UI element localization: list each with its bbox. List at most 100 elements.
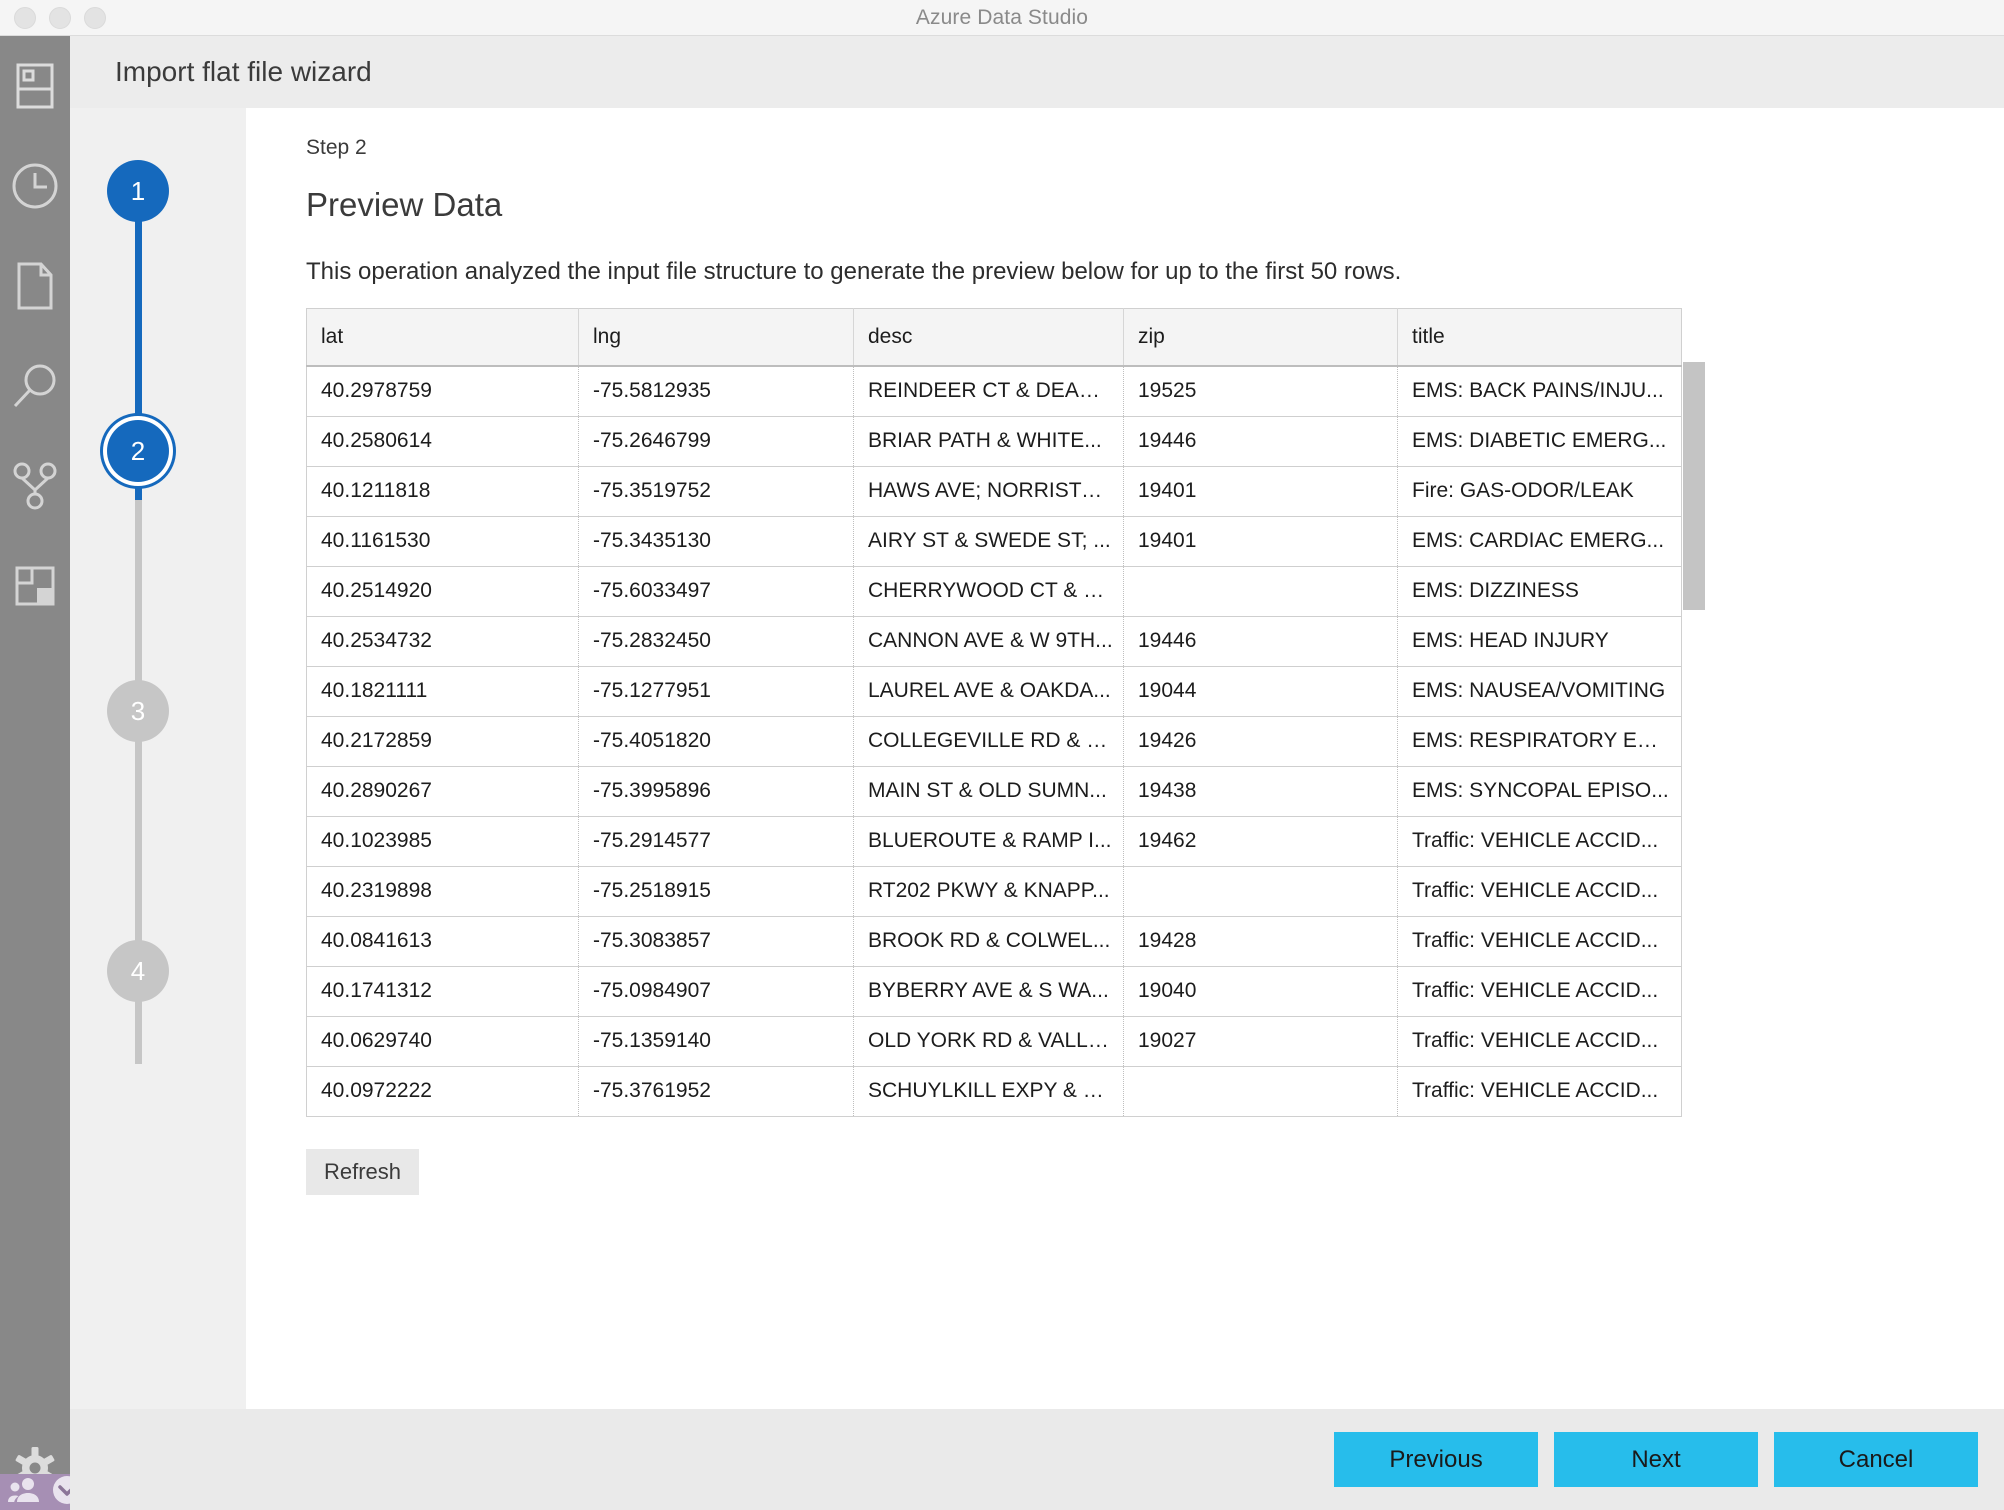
cell-lat: 40.1211818: [306, 466, 579, 517]
cell-desc: BRIAR PATH & WHITE...: [853, 416, 1124, 467]
activity-item-notebooks[interactable]: [0, 236, 70, 336]
cell-desc: OLD YORK RD & VALLE...: [853, 1016, 1124, 1067]
cell-lat: 40.2534732: [306, 616, 579, 667]
table-row[interactable]: 40.0629740 -75.1359140 OLD YORK RD & VAL…: [306, 1016, 1682, 1067]
cell-desc: LAUREL AVE & OAKDA...: [853, 666, 1124, 717]
accounts-people-icon[interactable]: [8, 1477, 42, 1508]
cell-zip: 19446: [1123, 416, 1398, 467]
table-row[interactable]: 40.1023985 -75.2914577 BLUEROUTE & RAMP …: [306, 816, 1682, 867]
preview-table-scrollbar[interactable]: [1683, 362, 1705, 610]
cell-title: EMS: SYNCOPAL EPISO...: [1397, 766, 1682, 817]
cell-desc: RT202 PKWY & KNAPP...: [853, 866, 1124, 917]
table-row[interactable]: 40.2514920 -75.6033497 CHERRYWOOD CT & D…: [306, 566, 1682, 617]
cell-lng: -75.3995896: [578, 766, 854, 817]
cell-zip: 19040: [1123, 966, 1398, 1017]
wizard-step-3[interactable]: 3: [107, 680, 169, 742]
wizard-step-4[interactable]: 4: [107, 940, 169, 1002]
step-connector-3-4: [135, 768, 142, 1064]
cell-title: Traffic: VEHICLE ACCID...: [1412, 1079, 1659, 1102]
cell-lng: -75.3519752: [578, 466, 854, 517]
wizard-header: Import flat file wizard: [70, 36, 2004, 108]
cell-zip: 19438: [1123, 766, 1398, 817]
activity-item-search[interactable]: [0, 336, 70, 436]
cell-lng: -75.6033497: [578, 566, 854, 617]
step-connector-1-2: [135, 190, 142, 422]
cell-desc: REINDEER CT & DEAD ...: [853, 366, 1124, 417]
cell-lng: -75.3435130: [578, 516, 854, 567]
column-header-desc[interactable]: desc: [853, 308, 1124, 367]
cell-title: EMS: DIABETIC EMERG...: [1397, 416, 1682, 467]
refresh-button[interactable]: Refresh: [306, 1148, 420, 1195]
cell-desc: BLUEROUTE & RAMP I...: [853, 816, 1124, 867]
wizard-step-2[interactable]: 2: [107, 420, 169, 482]
cell-desc: BROOK RD & COLWEL...: [853, 916, 1124, 967]
cell-lat: 40.0972222: [306, 1066, 579, 1116]
column-header-lat[interactable]: lat: [306, 308, 579, 367]
azure-data-studio-window: Azure Data Studio Import flat file wizar…: [0, 0, 2004, 1510]
cell-lat: 40.2514920: [306, 566, 579, 617]
table-row[interactable]: 40.2890267 -75.3995896 MAIN ST & OLD SUM…: [306, 766, 1682, 817]
wizard-content-panel: Step 2 Preview Data This operation analy…: [246, 108, 2004, 1409]
cell-zip: [1123, 866, 1398, 917]
servers-icon: [16, 63, 54, 109]
next-button[interactable]: Next: [1554, 1432, 1758, 1487]
cell-title: Traffic: VEHICLE ACCID...: [1397, 866, 1682, 917]
extensions-box-icon: [13, 564, 57, 608]
activity-item-extensions[interactable]: [0, 536, 70, 636]
activity-item-history[interactable]: [0, 136, 70, 236]
wizard-step-1-number: 1: [130, 175, 146, 206]
preview-data-table: lat lng desc zip title 40.2978759 -75.58…: [306, 308, 1682, 1117]
table-row[interactable]: 40.2172859 -75.4051820 COLLEGEVILLE RD &…: [306, 716, 1682, 767]
cell-zip: 19426: [1123, 716, 1398, 767]
cell-title: EMS: NAUSEA/VOMITING: [1397, 666, 1682, 717]
table-row[interactable]: 40.1821111 -75.1277951 LAUREL AVE & OAKD…: [306, 666, 1682, 717]
page-title: Preview Data: [306, 186, 503, 223]
cell-lat: 40.2172859: [306, 716, 579, 767]
wizard-step-2-number: 2: [130, 435, 146, 466]
window-title: Azure Data Studio: [915, 5, 1089, 29]
cell-title: EMS: HEAD INJURY: [1397, 616, 1682, 667]
cell-title: EMS: RESPIRATORY EM...: [1397, 716, 1682, 767]
cancel-button[interactable]: Cancel: [1774, 1432, 1978, 1487]
cell-lng: -75.2518915: [578, 866, 854, 917]
cell-title: EMS: CARDIAC EMERG...: [1397, 516, 1682, 567]
cell-lat: 40.0841613: [306, 916, 579, 967]
activity-item-source-control[interactable]: [0, 436, 70, 536]
table-row[interactable]: 40.1741312 -75.0984907 BYBERRY AVE & S W…: [306, 966, 1682, 1017]
preview-table-header: lat lng desc zip title: [306, 308, 1682, 367]
cell-desc: CANNON AVE & W 9TH...: [853, 616, 1124, 667]
table-row[interactable]: 40.2319898 -75.2518915 RT202 PKWY & KNAP…: [306, 866, 1682, 917]
cell-title: Traffic: VEHICLE ACCID...: [1397, 966, 1682, 1017]
table-row[interactable]: 40.1161530 -75.3435130 AIRY ST & SWEDE S…: [306, 516, 1682, 567]
cell-lng: -75.5812935: [578, 366, 854, 417]
cell-zip: 19462: [1123, 816, 1398, 867]
cell-title: EMS: DIZZINESS: [1397, 566, 1682, 617]
cell-desc: COLLEGEVILLE RD & L...: [853, 716, 1124, 767]
table-row[interactable]: 40.0972222 -75.3761952 SCHUYLKILL EXPY &…: [306, 1066, 1682, 1116]
cell-desc: MAIN ST & OLD SUMN...: [853, 766, 1124, 817]
table-row[interactable]: 40.2580614 -75.2646799 BRIAR PATH & WHIT…: [306, 416, 1682, 467]
activity-bar: [0, 36, 84, 1510]
cell-zip: 19401: [1123, 466, 1398, 517]
cell-lng: -75.2914577: [578, 816, 854, 867]
wizard-step-1[interactable]: 1: [107, 160, 169, 222]
cell-lat: 40.1161530: [306, 516, 579, 567]
cell-desc: CHERRYWOOD CT & D...: [853, 566, 1124, 617]
table-row[interactable]: 40.2534732 -75.2832450 CANNON AVE & W 9T…: [306, 616, 1682, 667]
cell-desc: HAWS AVE; NORRISTO...: [853, 466, 1124, 517]
title-bar: Azure Data Studio: [0, 0, 2004, 36]
cell-lng: -75.1277951: [578, 666, 854, 717]
column-header-title[interactable]: title: [1397, 308, 1682, 367]
table-header-row: lat lng desc zip title: [306, 308, 1682, 367]
cell-zip: 19525: [1123, 366, 1398, 417]
column-header-lng[interactable]: lng: [578, 308, 854, 367]
wizard-title: Import flat file wizard: [115, 56, 372, 87]
column-header-zip[interactable]: zip: [1123, 308, 1398, 367]
cell-lng: -75.1359140: [578, 1016, 854, 1067]
activity-item-servers[interactable]: [0, 36, 70, 136]
previous-button[interactable]: Previous: [1334, 1432, 1538, 1487]
cell-desc: AIRY ST & SWEDE ST; ...: [853, 516, 1124, 567]
table-row[interactable]: 40.2978759 -75.5812935 REINDEER CT & DEA…: [306, 366, 1682, 417]
table-row[interactable]: 40.1211818 -75.3519752 HAWS AVE; NORRIST…: [306, 466, 1682, 517]
table-row[interactable]: 40.0841613 -75.3083857 BROOK RD & COLWEL…: [306, 916, 1682, 967]
